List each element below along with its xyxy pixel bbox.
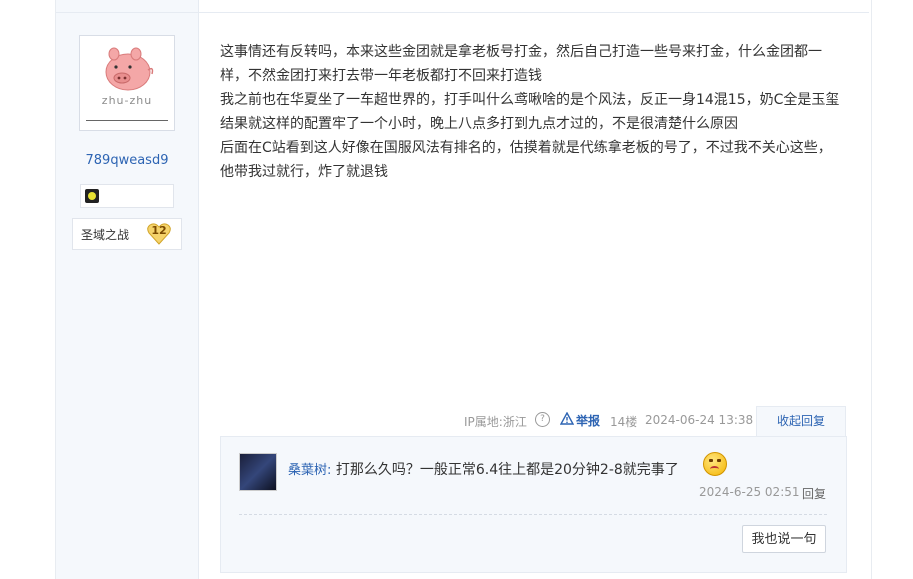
reply-divider (239, 514, 827, 515)
warning-icon (560, 412, 574, 425)
avatar[interactable]: zhu-zhu (79, 35, 175, 131)
game-name: 圣域之战 (81, 228, 130, 242)
ip-location: IP属地:浙江 (464, 415, 527, 429)
floor-number: 14楼 (610, 415, 638, 429)
post-content: 这事情还有反转吗，本来这些金团就是拿老板号打金，然后自己打造一些号来打金，什么金… (220, 40, 845, 184)
avatar-rule (86, 120, 168, 121)
report-link[interactable]: 举报 (576, 412, 600, 429)
reply-box: 桑葉树: 打那么久吗？一般正常6.4往上都是20分钟2-8就完事了 2024-6… (220, 436, 847, 573)
collapse-replies-button[interactable]: 收起回复 (756, 406, 846, 437)
game-level-row[interactable]: 圣域之战 12 (72, 218, 182, 250)
author-username[interactable]: 789qweasd9 (56, 153, 198, 168)
reply-date: 2024-6-25 02:51 (699, 485, 800, 499)
post-meta-bar: IP属地:浙江 ? 举报 14楼 2024-06-24 13:38 收起回复 (220, 406, 846, 437)
avatar-caption: zhu-zhu (101, 94, 153, 107)
badge-row (80, 184, 174, 208)
pig-avatar-icon (105, 47, 154, 91)
reply-avatar[interactable] (239, 453, 277, 491)
reply-item: 桑葉树: 打那么久吗？一般正常6.4往上都是20分钟2-8就完事了 (288, 459, 679, 479)
post-date: 2024-06-24 13:38 (645, 413, 754, 427)
reply-username[interactable]: 桑葉树: (288, 463, 331, 478)
post-paragraph: 后面在C站看到这人好像在国服风法有排名的，估摸着就是代练拿老板的号了，不过我不关… (220, 140, 832, 180)
reply-button[interactable]: 回复 (802, 485, 826, 502)
reply-text: 打那么久吗？一般正常6.4往上都是20分钟2-8就完事了 (331, 462, 679, 478)
divider (56, 12, 869, 13)
angry-emoji-icon (703, 452, 727, 476)
level-number: 12 (151, 224, 167, 237)
post-paragraph: 我之前也在华夏坐了一车超世界的，打手叫什么鸢啾啥的是个风法，反正一身14混15，… (220, 92, 840, 132)
help-icon[interactable]: ? (535, 412, 550, 427)
say-something-button[interactable]: 我也说一句 (742, 525, 826, 553)
badge-icon[interactable] (85, 189, 99, 203)
post-paragraph: 这事情还有反转吗，本来这些金团就是拿老板号打金，然后自己打造一些号来打金，什么金… (220, 44, 822, 84)
